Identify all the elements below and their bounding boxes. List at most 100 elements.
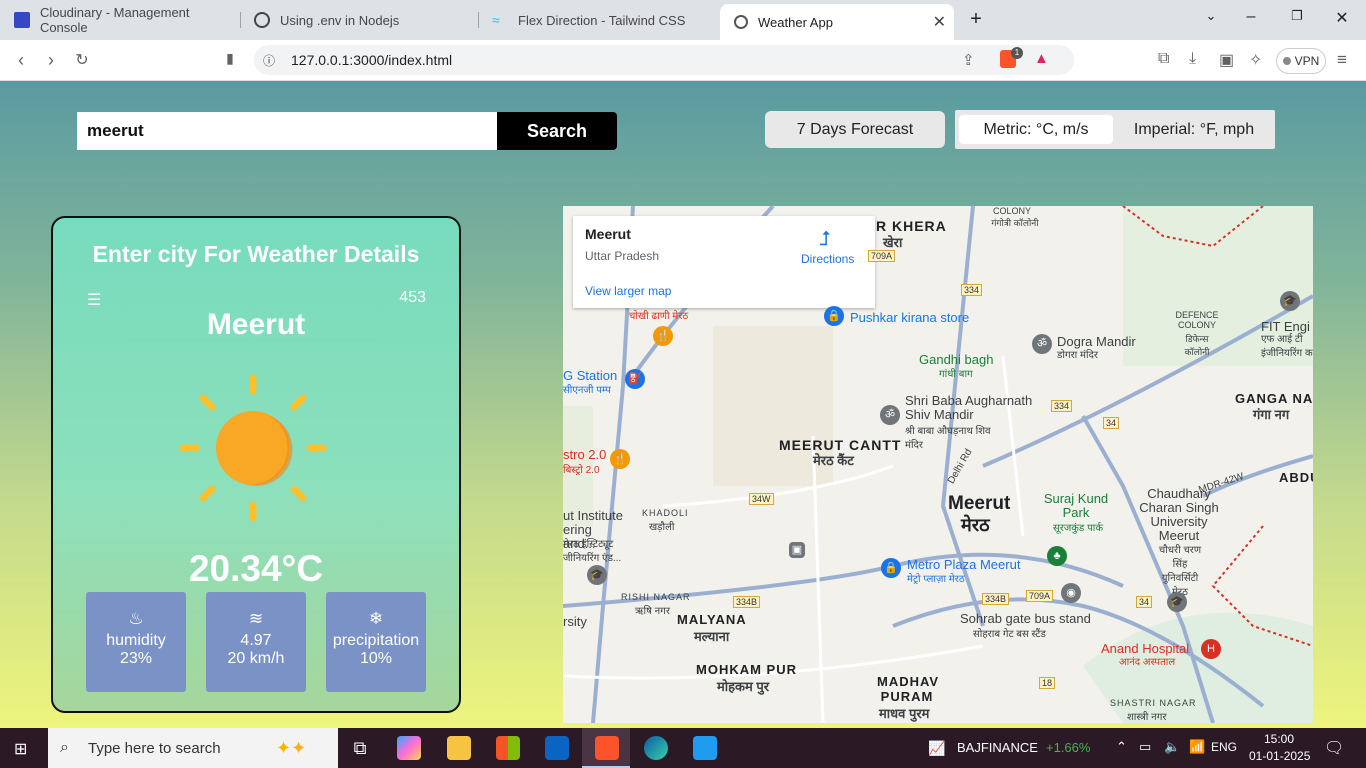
tab-env-nodejs[interactable]: Using .env in Nodejs — [240, 6, 478, 34]
school-pin-icon[interactable]: 🎓 — [587, 565, 607, 585]
map-label: डोगरा मंदिर — [1057, 350, 1098, 361]
map-label: सूरजकुंड पार्क — [1052, 523, 1104, 534]
map-label: RISHI NAGAR — [621, 592, 691, 602]
browser-toolbar: ‹ › ↻ ▮ ⓘ 127.0.0.1:3000/index.html ⇪ 1 … — [0, 40, 1366, 81]
map-label: G Station — [563, 368, 618, 383]
brave-rewards-icon[interactable]: ▲ — [1034, 50, 1049, 67]
map-label: खड़ौली — [649, 522, 675, 533]
map-label: चोखी ढाणी मेरठ — [629, 311, 689, 322]
restaurant-pin-icon[interactable]: 🍴 — [653, 326, 673, 346]
search-icon: ⌕ — [60, 739, 69, 756]
language-indicator[interactable]: ENG — [1211, 740, 1237, 754]
map-label: Suraj Kund Park — [1043, 491, 1109, 520]
windows-start-icon[interactable]: ⊞ — [14, 739, 27, 759]
map-label: माधव पुरम — [879, 706, 930, 721]
hospital-pin-icon[interactable]: H — [1201, 639, 1221, 659]
park-pin-icon[interactable]: ♣ — [1047, 546, 1067, 566]
show-hidden-icons-icon[interactable]: ⌃ — [1116, 739, 1127, 755]
close-tab-icon[interactable]: ✕ — [933, 12, 946, 32]
site-info-icon[interactable]: ⓘ — [263, 52, 275, 69]
map-label: श्री बाबा औघड़नाथ शिव मंदिर — [905, 426, 991, 451]
copilot-icon[interactable] — [397, 736, 421, 760]
task-view-icon[interactable]: ⧉ — [348, 736, 372, 760]
new-tab-button[interactable]: + — [964, 8, 988, 31]
metric-unit-option[interactable]: Metric: °C, m/s — [959, 115, 1113, 144]
unit-toggle: Metric: °C, m/s Imperial: °F, mph — [955, 110, 1275, 149]
tab-cloudinary[interactable]: Cloudinary - Management Console — [0, 5, 240, 35]
imperial-unit-option[interactable]: Imperial: °F, mph — [1117, 115, 1271, 144]
map-label: rsity — [563, 614, 587, 629]
wallet-icon[interactable]: ▣ — [1219, 50, 1234, 70]
menu-icon[interactable]: ≡ — [1337, 50, 1347, 70]
search-button[interactable]: Search — [497, 112, 617, 150]
wifi-icon[interactable]: 📶 — [1189, 739, 1205, 755]
temple-pin-icon[interactable]: ॐ — [880, 405, 900, 425]
temple-pin-icon[interactable]: ॐ — [1032, 334, 1052, 354]
outlook-icon[interactable] — [545, 736, 569, 760]
metro-station-icon[interactable]: ▣ — [789, 542, 805, 558]
school-pin-icon[interactable]: 🎓 — [1280, 291, 1300, 311]
map-label: Sohrab gate bus stand — [960, 611, 1091, 626]
restaurant-pin-icon[interactable]: 🍴 — [610, 449, 630, 469]
share-icon[interactable]: ⇪ — [962, 51, 975, 69]
map-label: stro 2.0 — [563, 447, 607, 462]
directions-icon[interactable]: ⮥ — [819, 228, 831, 251]
road-shield: 709A — [1026, 590, 1054, 602]
downloads-icon[interactable]: ⤓ — [1189, 50, 1196, 68]
reload-icon[interactable]: ↻ — [71, 50, 93, 70]
openai-icon — [254, 12, 270, 28]
city-name: Meerut — [206, 308, 306, 341]
clock-date[interactable]: 01-01-2025 — [1249, 749, 1310, 763]
file-explorer-icon[interactable] — [447, 736, 471, 760]
volume-icon[interactable]: 🔈 — [1164, 739, 1180, 755]
road-shield: 34W — [749, 493, 774, 505]
close-window-button[interactable]: ✕ — [1330, 8, 1354, 28]
edge-icon[interactable] — [644, 736, 668, 760]
bookmark-icon[interactable]: ▮ — [219, 50, 241, 67]
store-pin-icon[interactable]: 🔒 — [824, 306, 844, 326]
tab-weather-app[interactable]: Weather App ✕ — [720, 4, 954, 40]
map-label: मेरठ इंस्टिट्यूट जीनियरिंग एंड... — [563, 539, 622, 564]
tab-search-icon[interactable]: ⌄ — [1199, 8, 1223, 24]
minimize-button[interactable]: – — [1239, 8, 1263, 26]
hamburger-menu-icon[interactable]: ☰ — [87, 290, 101, 310]
address-bar[interactable]: ⓘ 127.0.0.1:3000/index.html ⇪ 1 ▲ — [254, 45, 1074, 75]
google-map-embed[interactable]: Meerut Uttar Pradesh View larger map ⮥ D… — [563, 206, 1313, 723]
map-label: Shri Baba Augharnath Shiv Mandir — [905, 393, 1033, 422]
leo-ai-icon[interactable]: ✧ — [1249, 50, 1262, 70]
store-pin-icon[interactable]: 🔒 — [881, 558, 901, 578]
restore-button[interactable]: ❐ — [1285, 8, 1309, 24]
microsoft-store-icon[interactable] — [496, 736, 520, 760]
map-label: Meerut — [948, 493, 1011, 514]
notifications-icon[interactable]: 🗨 — [1324, 738, 1344, 758]
bus-stand-pin-icon[interactable]: ◉ — [1061, 583, 1081, 603]
tab-title: Weather App — [758, 14, 833, 30]
stock-name[interactable]: BAJFINANCE — [957, 740, 1038, 755]
map-label: खेरा — [883, 235, 903, 250]
battery-icon[interactable]: ▭ — [1139, 739, 1151, 755]
taskbar-search-box[interactable]: ⌕ Type here to search ✦✦ — [48, 728, 338, 768]
city-search-input[interactable] — [77, 112, 498, 150]
forward-icon[interactable]: › — [40, 50, 62, 71]
vpn-button[interactable]: VPN — [1276, 48, 1326, 74]
clock-time[interactable]: 15:00 — [1264, 732, 1294, 746]
humidity-icon: ♨ — [128, 609, 144, 628]
map-label: ABDU — [1279, 470, 1313, 485]
brave-browser-icon[interactable] — [595, 736, 619, 760]
map-info-card: Meerut Uttar Pradesh View larger map ⮥ D… — [573, 216, 875, 308]
school-pin-icon[interactable]: 🎓 — [1167, 592, 1187, 612]
map-label: GANGA NA — [1235, 391, 1313, 406]
map-label: गांधी बाग — [939, 369, 973, 380]
tab-tailwind[interactable]: ≈ Flex Direction - Tailwind CSS — [478, 6, 718, 34]
back-icon[interactable]: ‹ — [10, 50, 32, 71]
map-label: ऋषि नगर — [635, 606, 670, 617]
road-shield: 18 — [1039, 677, 1056, 689]
map-label: COLONY — [993, 206, 1032, 216]
directions-link[interactable]: Directions — [801, 252, 854, 266]
seven-day-forecast-button[interactable]: 7 Days Forecast — [765, 111, 945, 148]
view-larger-map-link[interactable]: View larger map — [585, 284, 671, 298]
fuel-pin-icon[interactable]: ⛽ — [625, 369, 645, 389]
vscode-icon[interactable] — [693, 736, 717, 760]
extensions-icon[interactable]: ⧉ — [1158, 50, 1169, 68]
map-label: Pushkar kirana store — [850, 310, 970, 325]
